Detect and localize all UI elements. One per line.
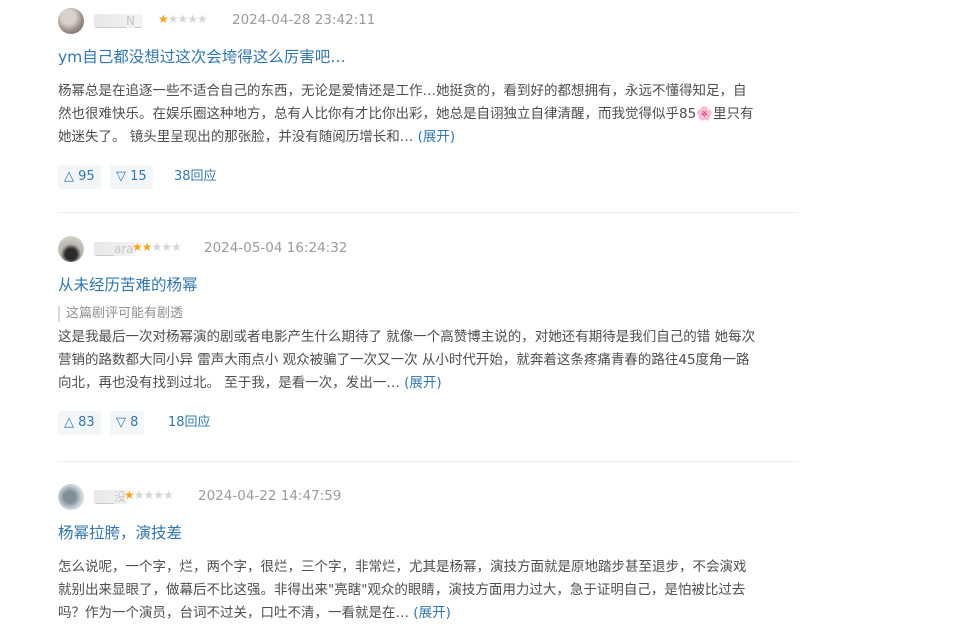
review-title[interactable]: ym自己都没想过这次会垮得这么厉害吧… bbox=[58, 44, 798, 70]
username[interactable]: ___没 bbox=[94, 490, 129, 504]
upvote-button[interactable]: △ 83 bbox=[58, 411, 101, 435]
avatar[interactable] bbox=[58, 484, 84, 510]
upvote-count: 83 bbox=[78, 415, 95, 430]
expand-link[interactable]: (展开) bbox=[404, 375, 442, 391]
review-body-line: 就别出来显眼了，做幕后不比这强。非得出来"亮瞎"观众的眼睛，演技方面用力过大，急… bbox=[58, 582, 746, 598]
star-icon: ★★★★ bbox=[133, 488, 174, 502]
reply-link[interactable]: 38回应 bbox=[174, 165, 217, 189]
star-icon: ★ bbox=[124, 488, 135, 502]
review-body-text: 她迷失了。 镜头里呈现出的那张脸，并没有随阅历增长和… bbox=[58, 129, 414, 145]
review-body-text: 向北，再也没有找到过北。 至于我，是看一次，发出一… bbox=[58, 375, 400, 391]
username[interactable]: _____N_ bbox=[94, 14, 143, 28]
review-date: 2024-04-22 14:47:59 bbox=[198, 488, 342, 504]
review-body: 杨幂总是在追逐一些不适合自己的东西，无论是爱情还是工作…她挺贪的，看到好的都想拥… bbox=[58, 80, 798, 149]
review-title[interactable]: 杨幂拉胯，演技差 bbox=[58, 520, 798, 546]
review-header: ___没 ★★★★★ 2024-04-22 14:47:59 bbox=[58, 484, 798, 512]
review-date: 2024-05-04 16:24:32 bbox=[204, 240, 348, 256]
rating-stars: ★★★★★ bbox=[158, 12, 208, 26]
review-body-line: 这是我最后一次对杨幂演的剧或者电影产生什么期待了 就像一个高赞博主说的，对她还有… bbox=[58, 329, 756, 345]
spoiler-notice: 这篇剧评可能有剧透 bbox=[58, 306, 798, 322]
upvote-icon: △ bbox=[64, 415, 74, 430]
username[interactable]: ___ara bbox=[94, 242, 136, 256]
review-body-line: 营销的路数都大同小异 雷声大雨点小 观众被骗了一次又一次 从小时代开始，就奔着这… bbox=[58, 352, 750, 368]
review-body-line: 杨幂总是在追逐一些不适合自己的东西，无论是爱情还是工作…她挺贪的，看到好的都想拥… bbox=[58, 83, 747, 99]
review-item: ___没 ★★★★★ 2024-04-22 14:47:59 杨幂拉胯，演技差 … bbox=[58, 484, 798, 625]
downvote-icon: ▽ bbox=[116, 415, 126, 430]
star-icon: ★★★ bbox=[151, 240, 182, 254]
downvote-count: 8 bbox=[130, 415, 139, 430]
star-icon: ★★ bbox=[132, 240, 152, 254]
expand-link[interactable]: (展开) bbox=[413, 605, 451, 621]
review-body-text: 吗？作为一个演员，台词不过关，口吐不清，一看就是在… bbox=[58, 605, 409, 621]
downvote-button[interactable]: ▽ 15 bbox=[110, 165, 153, 189]
review-header: ___ara ★★★★★ 2024-05-04 16:24:32 bbox=[58, 236, 798, 264]
review-body-line: 她迷失了。 镜头里呈现出的那张脸，并没有随阅历增长和… (展开) bbox=[58, 126, 798, 149]
upvote-icon: △ bbox=[64, 169, 74, 184]
review-body: 怎么说呢，一个字，烂，两个字，很烂，三个字，非常烂，尤其是杨幂，演技方面就是原地… bbox=[58, 556, 798, 625]
review-title[interactable]: 从未经历苦难的杨幂 bbox=[58, 272, 798, 298]
review-body: 这是我最后一次对杨幂演的剧或者电影产生什么期待了 就像一个高赞博主说的，对她还有… bbox=[58, 326, 798, 395]
expand-link[interactable]: (展开) bbox=[418, 129, 456, 145]
downvote-count: 15 bbox=[130, 169, 147, 184]
divider bbox=[58, 461, 798, 462]
review-body-line: 向北，再也没有找到过北。 至于我，是看一次，发出一… (展开) bbox=[58, 372, 798, 395]
review-item: ___ara ★★★★★ 2024-05-04 16:24:32 从未经历苦难的… bbox=[58, 236, 798, 435]
star-icon: ★★★★ bbox=[167, 12, 208, 26]
downvote-button[interactable]: ▽ 8 bbox=[110, 411, 145, 435]
review-item: _____N_ ★★★★★ 2024-04-28 23:42:11 ym自己都没… bbox=[58, 8, 798, 189]
upvote-button[interactable]: △ 95 bbox=[58, 165, 101, 189]
review-actions: △ 95 ▽ 15 38回应 bbox=[58, 165, 798, 189]
rating-stars: ★★★★★ bbox=[124, 488, 174, 502]
review-body-line: 吗？作为一个演员，台词不过关，口吐不清，一看就是在… (展开) bbox=[58, 602, 798, 625]
star-icon: ★ bbox=[158, 12, 169, 26]
review-actions: △ 83 ▽ 8 18回应 bbox=[58, 411, 798, 435]
avatar[interactable] bbox=[58, 236, 84, 262]
downvote-icon: ▽ bbox=[116, 169, 126, 184]
upvote-count: 95 bbox=[78, 169, 95, 184]
review-header: _____N_ ★★★★★ 2024-04-28 23:42:11 bbox=[58, 8, 798, 36]
avatar[interactable] bbox=[58, 8, 84, 34]
review-body-line: 然也很难快乐。在娱乐圈这种地方，总有人比你有才比你出彩，她总是自诩独立自律清醒，… bbox=[58, 106, 754, 122]
divider bbox=[58, 212, 798, 213]
review-date: 2024-04-28 23:42:11 bbox=[232, 12, 376, 28]
reply-link[interactable]: 18回应 bbox=[168, 411, 211, 435]
review-body-line: 怎么说呢，一个字，烂，两个字，很烂，三个字，非常烂，尤其是杨幂，演技方面就是原地… bbox=[58, 559, 747, 575]
rating-stars: ★★★★★ bbox=[132, 240, 182, 254]
